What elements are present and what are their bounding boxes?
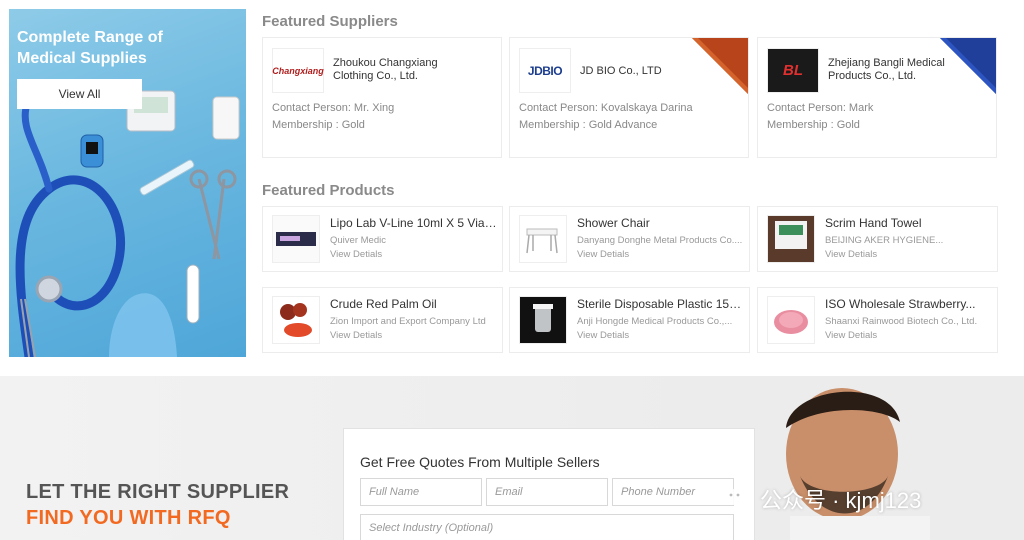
- product-card[interactable]: Sterile Disposable Plastic 150... Anji H…: [509, 287, 750, 353]
- product-thumbnail: [519, 296, 567, 344]
- supplier-contact: Contact Person: Kovalskaya Darina: [519, 102, 693, 114]
- supplier-logo-text: BL: [783, 62, 803, 79]
- product-thumbnail: [272, 215, 320, 263]
- product-name[interactable]: Scrim Hand Towel: [825, 216, 993, 230]
- medical-supplies-banner[interactable]: Complete Range of Medical Supplies View …: [9, 9, 246, 357]
- phone-number-field[interactable]: [612, 478, 734, 506]
- wechat-watermark: 公众号 · kjmj123: [724, 483, 921, 515]
- product-company: Zion Import and Export Company Ltd: [330, 316, 486, 327]
- supplier-contact: Contact Person: Mr. Xing: [272, 102, 395, 114]
- view-all-button[interactable]: View All: [17, 79, 142, 109]
- featured-suppliers-title: Featured Suppliers: [262, 13, 398, 30]
- rfq-form-title: Get Free Quotes From Multiple Sellers: [360, 454, 600, 470]
- product-company: Quiver Medic: [330, 235, 386, 246]
- supplier-membership: Membership : Gold: [767, 119, 860, 131]
- product-thumbnail: [272, 296, 320, 344]
- industry-select[interactable]: [360, 514, 734, 540]
- product-card[interactable]: ISO Wholesale Strawberry... Shaanxi Rain…: [757, 287, 998, 353]
- supplier-membership: Membership : Gold Advance: [519, 119, 658, 131]
- gold-advance-ribbon-icon: [692, 38, 748, 94]
- product-name[interactable]: Sterile Disposable Plastic 150...: [577, 297, 745, 311]
- wechat-icon: [725, 489, 753, 509]
- product-card[interactable]: Shower Chair Danyang Donghe Metal Produc…: [509, 206, 750, 272]
- supplier-card[interactable]: Changxiang Zhoukou Changxiang Clothing C…: [262, 37, 502, 158]
- gold-member-ribbon-icon: [940, 38, 996, 94]
- supplier-card[interactable]: BL Zhejiang Bangli Medical Products Co.,…: [757, 37, 997, 158]
- product-card[interactable]: Scrim Hand Towel BEIJING AKER HYGIENE...…: [757, 206, 998, 272]
- rfq-subheadline: FIND YOU WITH RFQ: [26, 507, 231, 529]
- full-name-field[interactable]: [360, 478, 482, 506]
- supplier-logo: JDBIO: [519, 48, 571, 93]
- supplier-contact: Contact Person: Mark: [767, 102, 874, 114]
- product-thumbnail: [767, 296, 815, 344]
- product-company: Anji Hongde Medical Products Co.,...: [577, 316, 733, 327]
- supplier-logo: Changxiang: [272, 48, 324, 93]
- product-company: BEIJING AKER HYGIENE...: [825, 235, 944, 246]
- email-field[interactable]: [486, 478, 608, 506]
- rfq-form: Get Free Quotes From Multiple Sellers: [343, 428, 755, 540]
- featured-products-title: Featured Products: [262, 182, 395, 199]
- supplier-membership: Membership : Gold: [272, 119, 365, 131]
- supplier-logo-text: Changxiang: [272, 65, 324, 76]
- product-name[interactable]: Crude Red Palm Oil: [330, 297, 498, 311]
- supplier-logo-text: JDBIO: [527, 63, 563, 78]
- product-thumbnail: [767, 215, 815, 263]
- supplier-name[interactable]: Zhejiang Bangli Medical Products Co., Lt…: [828, 57, 948, 83]
- rfq-headline: LET THE RIGHT SUPPLIER: [26, 481, 290, 503]
- product-name[interactable]: Lipo Lab V-Line 10ml X 5 Vials...: [330, 216, 498, 230]
- product-card[interactable]: Lipo Lab V-Line 10ml X 5 Vials... Quiver…: [262, 206, 503, 272]
- promo-title: Complete Range of Medical Supplies: [17, 29, 163, 67]
- view-details-link[interactable]: View Detials: [577, 249, 629, 260]
- view-details-link[interactable]: View Detials: [330, 330, 382, 341]
- watermark-text: 公众号 · kjmj123: [760, 488, 922, 513]
- product-name[interactable]: ISO Wholesale Strawberry...: [825, 297, 993, 311]
- supplier-card[interactable]: JDBIO JD BIO Co., LTD Contact Person: Ko…: [509, 37, 749, 158]
- supplier-name[interactable]: JD BIO Co., LTD: [580, 65, 700, 78]
- product-name[interactable]: Shower Chair: [577, 216, 745, 230]
- rfq-section: LET THE RIGHT SUPPLIER FIND YOU WITH RFQ…: [0, 376, 1024, 540]
- product-thumbnail: [519, 215, 567, 263]
- product-company: Shaanxi Rainwood Biotech Co., Ltd.: [825, 316, 978, 327]
- product-card[interactable]: Crude Red Palm Oil Zion Import and Expor…: [262, 287, 503, 353]
- view-details-link[interactable]: View Detials: [825, 249, 877, 260]
- supplier-name[interactable]: Zhoukou Changxiang Clothing Co., Ltd.: [333, 57, 453, 83]
- page: Complete Range of Medical Supplies View …: [0, 0, 1024, 540]
- view-details-link[interactable]: View Detials: [330, 249, 382, 260]
- smiling-man-photo: [760, 376, 1024, 540]
- view-details-link[interactable]: View Detials: [577, 330, 629, 341]
- product-company: Danyang Donghe Metal Products Co....: [577, 235, 743, 246]
- supplier-logo: BL: [767, 48, 819, 93]
- view-details-link[interactable]: View Detials: [825, 330, 877, 341]
